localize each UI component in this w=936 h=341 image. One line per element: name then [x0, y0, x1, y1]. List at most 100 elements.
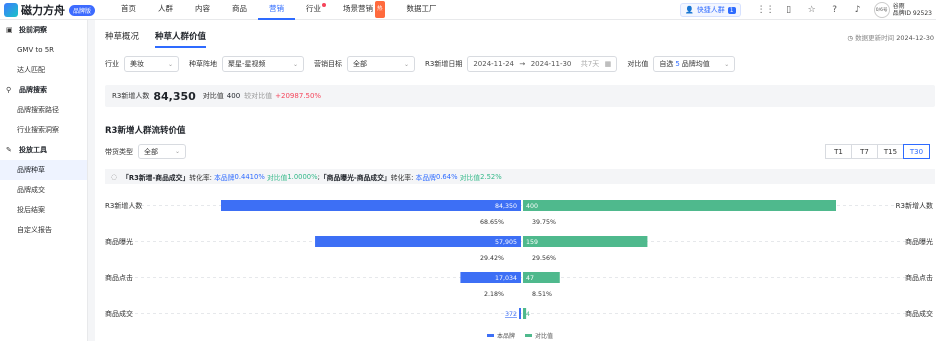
- update-time: ◷ 数据更新时间 2024-12-30: [847, 32, 934, 42]
- update-label: 数据更新时间: [855, 34, 895, 42]
- sidebar-group-label: 品牌搜索: [19, 86, 47, 94]
- notification-dot: [322, 3, 326, 7]
- formula-part2-title: 「商品曝光-商品成交」: [319, 173, 391, 182]
- account-info[interactable]: 谷雨 品牌ID 92523: [893, 3, 932, 17]
- formula-part1-brand: 0.4410%: [234, 172, 265, 181]
- stat-cmp-label: 对比值: [202, 92, 224, 100]
- quick-audience-button[interactable]: 👤 快捷人群 1: [680, 3, 741, 17]
- main-content: 种草概况 种草人群价值 ◷ 数据更新时间 2024-12-30 行业 美妆 ⌄ 种草…: [95, 20, 936, 341]
- nav-item-1[interactable]: 人群: [147, 0, 184, 20]
- date-range-picker[interactable]: 2024-11-24 → 2024-11-30 共7天 ▦: [467, 56, 618, 72]
- nav-item-5[interactable]: 行业: [295, 0, 332, 20]
- main-nav: 首页 人群 内容 商品 营销 行业 场景营销热 数据工厂: [110, 0, 448, 20]
- chevron-down-icon: ⌄: [167, 60, 173, 68]
- sidebar-item[interactable]: 达人匹配: [0, 60, 87, 80]
- nav-item-7[interactable]: 数据工厂: [396, 0, 448, 20]
- row-label-left: R3新增人数: [105, 201, 142, 210]
- brand-value-label: 84,350: [495, 203, 517, 210]
- filter-bar: 行业 美妆 ⌄ 种草阵地 聚星-星视频 ⌄ 营销目标 全部 ⌄ R3新增日期 2024…: [105, 56, 745, 72]
- nav-item-2[interactable]: 内容: [184, 0, 221, 20]
- brand-value-label: 372: [505, 311, 517, 318]
- compare-value-label: 400: [526, 203, 538, 210]
- stat-cmp-value: 400: [226, 92, 241, 100]
- logo-badge: 品牌版: [69, 4, 96, 16]
- field-select[interactable]: 聚星-星视频 ⌄: [222, 56, 304, 72]
- page-tabs: 种草概况 种草人群价值: [105, 30, 222, 48]
- nav-item-label: 商品: [232, 4, 247, 13]
- formula-part2-brand: 0.64%: [435, 172, 458, 181]
- stat-ratio-label: 较对比值: [244, 92, 273, 100]
- apps-grid-icon[interactable]: ⋮⋮: [757, 3, 775, 17]
- sidebar-item[interactable]: 品牌搜索路径: [0, 100, 87, 120]
- tab-0[interactable]: 种草概况: [105, 30, 139, 48]
- goods-type-select[interactable]: 全部 ⌄: [138, 144, 186, 159]
- sidebar-item[interactable]: 行业搜索洞察: [0, 120, 87, 140]
- user-icon: 👤: [685, 6, 694, 14]
- sidebar-group-1[interactable]: ⚲ 品牌搜索: [0, 80, 87, 100]
- compare-select[interactable]: 自选 5 品牌均值 ⌄: [653, 56, 736, 72]
- conversion-formula: ◌ 「R3新增-商品成交」 转化率: 本品牌 0.4410% 对比值 1.000…: [105, 169, 935, 184]
- date-days: 共7天: [580, 60, 600, 68]
- row-label-right: 商品曝光: [905, 237, 933, 246]
- nav-item-label: 首页: [121, 4, 136, 13]
- help-icon[interactable]: ?: [828, 3, 842, 17]
- sidebar-item[interactable]: 品牌种草: [0, 160, 87, 180]
- tool-icon: ✎: [6, 146, 12, 154]
- brand-conversion-rate: 2.18%: [484, 291, 504, 298]
- nav-item-0[interactable]: 首页: [110, 0, 147, 20]
- chevron-down-icon: ⌄: [403, 60, 409, 68]
- header-right: 👤 快捷人群 1 ⋮⋮ ▯ ☆ ? ♪ 0/6号 谷雨 品牌ID 92523: [680, 0, 936, 20]
- compare-bar: [523, 236, 648, 247]
- tablet-icon[interactable]: ▯: [782, 3, 796, 17]
- compare-value-label: 47: [526, 275, 534, 282]
- sidebar-item[interactable]: 品牌成交: [0, 180, 87, 200]
- formula-cmp-label-2: 对比值: [459, 173, 481, 182]
- row-label-right: 商品点击: [905, 273, 933, 282]
- app-logo[interactable]: 磁力方舟 品牌版: [4, 2, 96, 18]
- goal-label: 营销目标: [314, 60, 342, 68]
- nav-item-6[interactable]: 场景营销热: [332, 0, 396, 20]
- compare-value: 自选 5 品牌均值: [659, 59, 709, 69]
- bell-icon[interactable]: ♪: [851, 3, 865, 17]
- compare-conversion-rate: 8.51%: [532, 291, 552, 298]
- update-value: 2024-12-30: [896, 34, 934, 42]
- date-start: 2024-11-24: [473, 60, 515, 68]
- sidebar-item[interactable]: 自定义报告: [0, 220, 87, 240]
- compare-bar: [523, 200, 836, 211]
- row-label-left: 商品成交: [105, 309, 133, 318]
- row-label-right: R3新增人数: [896, 201, 933, 210]
- tab-1[interactable]: 种草人群价值: [155, 30, 207, 48]
- conversion-funnel-chart: R3新增人数 R3新增人数 84,350 400 68.65% 39.75% 商品曝光 商品曝…: [105, 200, 933, 340]
- sidebar-item[interactable]: 投后结案: [0, 200, 87, 220]
- sidebar-group-2[interactable]: ✎ 投放工具: [0, 140, 87, 160]
- compare-label: 对比值: [627, 60, 649, 68]
- nav-item-4[interactable]: 营销: [258, 0, 295, 20]
- compare-conversion-rate: 29.56%: [532, 255, 556, 262]
- sidebar-group-0[interactable]: ▣ 投前洞察: [0, 20, 87, 40]
- industry-select[interactable]: 美妆 ⌄: [124, 56, 179, 72]
- search-icon: ⚲: [6, 86, 12, 94]
- goal-select[interactable]: 全部 ⌄: [347, 56, 415, 72]
- brand-bar: [519, 308, 521, 319]
- nav-item-3[interactable]: 商品: [221, 0, 258, 20]
- quick-audience-count: 1: [727, 6, 736, 14]
- star-icon[interactable]: ☆: [805, 3, 819, 17]
- period-t15-button[interactable]: T15: [877, 144, 904, 159]
- logo-text: 磁力方舟: [21, 4, 65, 17]
- quick-audience-label: 快捷人群: [696, 6, 725, 14]
- industry-label: 行业: [105, 60, 119, 68]
- nav-item-label: 营销: [269, 4, 284, 13]
- avatar[interactable]: 0/6号: [873, 2, 890, 18]
- legend-swatch-compare: [525, 334, 532, 337]
- logo-mark-icon: [4, 3, 18, 17]
- period-t30-button[interactable]: T30: [903, 144, 930, 159]
- sidebar-item[interactable]: GMV to 5R: [0, 40, 87, 60]
- compare-value-label: 4: [526, 311, 530, 318]
- period-t1-button[interactable]: T1: [825, 144, 852, 159]
- nav-item-label: 内容: [195, 4, 210, 13]
- period-t7-button[interactable]: T7: [851, 144, 878, 159]
- legend-swatch-brand: [487, 334, 494, 337]
- hot-badge: 热: [375, 1, 385, 18]
- formula-cmp-label: 对比值: [266, 173, 288, 182]
- goods-type-label: 带货类型: [105, 147, 133, 156]
